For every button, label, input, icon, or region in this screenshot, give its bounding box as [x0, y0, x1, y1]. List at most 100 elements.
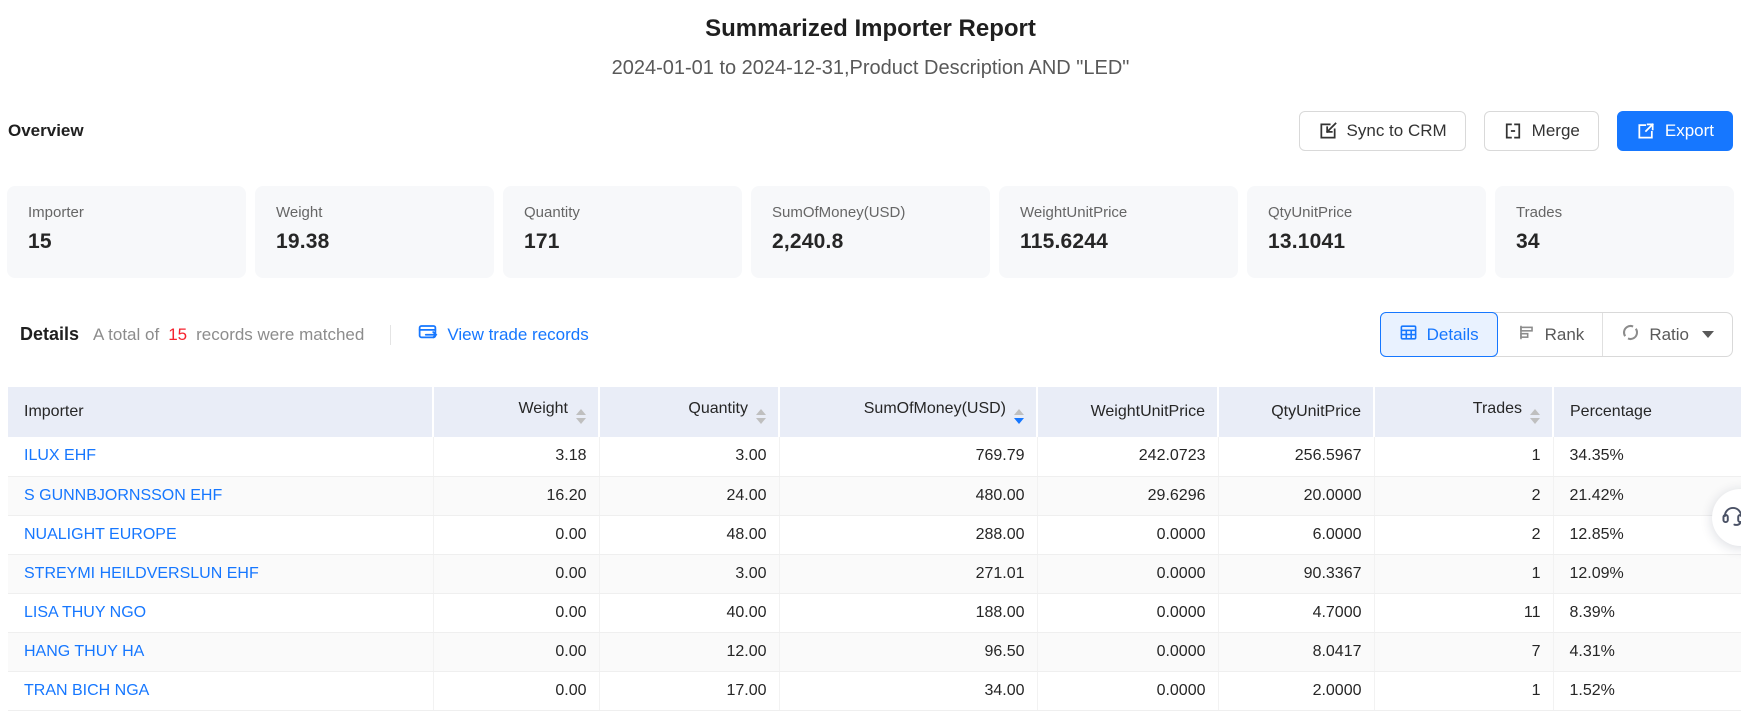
sort-icon[interactable] [756, 409, 766, 424]
view-trade-records-label: View trade records [447, 325, 588, 345]
stat-card-trades: Trades 34 [1495, 186, 1734, 278]
cell-quantity: 40.00 [599, 593, 779, 632]
cell-percentage: 12.09% [1553, 554, 1741, 593]
cell-weight: 3.18 [433, 437, 599, 476]
page-subtitle: 2024-01-01 to 2024-12-31,Product Descrip… [0, 57, 1741, 80]
col-header-sumofmoney[interactable]: SumOfMoney(USD) [779, 387, 1037, 437]
stat-label: Weight [276, 204, 473, 221]
col-header-percentage: Percentage [1553, 387, 1741, 437]
cell-weight: 16.20 [433, 476, 599, 515]
importer-link[interactable]: ILUX EHF [24, 447, 96, 464]
merge-label: Merge [1532, 121, 1580, 141]
cell-weightunitprice: 242.0723 [1037, 437, 1218, 476]
cell-sumofmoney: 271.01 [779, 554, 1037, 593]
cell-trades: 11 [1374, 593, 1553, 632]
page-title: Summarized Importer Report [0, 0, 1741, 43]
cell-qtyunitprice: 256.5967 [1218, 437, 1374, 476]
table-row: STREYMI HEILDVERSLUN EHF 0.00 3.00 271.0… [8, 554, 1741, 593]
importer-link[interactable]: TRAN BICH NGA [24, 682, 149, 699]
cell-trades: 1 [1374, 437, 1553, 476]
cell-qtyunitprice: 8.0417 [1218, 632, 1374, 671]
tab-ratio[interactable]: Ratio [1602, 313, 1732, 356]
cell-sumofmoney: 769.79 [779, 437, 1037, 476]
col-header-quantity[interactable]: Quantity [599, 387, 779, 437]
merge-icon [1503, 121, 1523, 141]
stat-card-importer: Importer 15 [7, 186, 246, 278]
table-row: ILUX EHF 3.18 3.00 769.79 242.0723 256.5… [8, 437, 1741, 476]
stat-label: Trades [1516, 204, 1713, 221]
cell-qtyunitprice: 20.0000 [1218, 476, 1374, 515]
cell-trades: 2 [1374, 515, 1553, 554]
stat-card-qtyunitprice: QtyUnitPrice 13.1041 [1247, 186, 1486, 278]
importer-link[interactable]: STREYMI HEILDVERSLUN EHF [24, 565, 259, 582]
tab-details-label: Details [1427, 325, 1479, 345]
tab-rank-label: Rank [1545, 325, 1585, 345]
sync-to-crm-label: Sync to CRM [1347, 121, 1447, 141]
details-heading: Details [20, 324, 79, 345]
cell-trades: 7 [1374, 632, 1553, 671]
export-button[interactable]: Export [1617, 111, 1733, 151]
stat-label: QtyUnitPrice [1268, 204, 1465, 221]
cell-percentage: 34.35% [1553, 437, 1741, 476]
view-switcher: Details Rank Ratio [1380, 312, 1733, 357]
sort-icon[interactable] [1530, 409, 1540, 424]
stat-card-weightunitprice: WeightUnitPrice 115.6244 [999, 186, 1238, 278]
cell-weight: 0.00 [433, 554, 599, 593]
table-row: LISA THUY NGO 0.00 40.00 188.00 0.0000 4… [8, 593, 1741, 632]
importer-link[interactable]: LISA THUY NGO [24, 604, 146, 621]
cell-trades: 2 [1374, 476, 1553, 515]
stat-value: 19.38 [276, 230, 473, 254]
trade-records-icon [417, 322, 438, 348]
stat-value: 2,240.8 [772, 230, 969, 254]
col-header-trades[interactable]: Trades [1374, 387, 1553, 437]
cell-sumofmoney: 96.50 [779, 632, 1037, 671]
cell-quantity: 24.00 [599, 476, 779, 515]
match-prefix: A total of [93, 325, 159, 345]
col-header-weightunitprice: WeightUnitPrice [1037, 387, 1218, 437]
col-header-weight[interactable]: Weight [433, 387, 599, 437]
tab-rank[interactable]: Rank [1498, 313, 1603, 356]
sort-icon[interactable] [576, 409, 586, 424]
tab-details[interactable]: Details [1380, 312, 1498, 357]
stat-value: 115.6244 [1020, 230, 1217, 254]
cell-sumofmoney: 480.00 [779, 476, 1037, 515]
cell-percentage: 8.39% [1553, 593, 1741, 632]
stat-card-sumofmoney: SumOfMoney(USD) 2,240.8 [751, 186, 990, 278]
overview-heading: Overview [8, 121, 84, 141]
headset-icon [1720, 502, 1741, 533]
export-icon [1636, 121, 1656, 141]
cell-qtyunitprice: 4.7000 [1218, 593, 1374, 632]
cell-qtyunitprice: 90.3367 [1218, 554, 1374, 593]
importer-link[interactable]: HANG THUY HA [24, 643, 144, 660]
cell-weight: 0.00 [433, 593, 599, 632]
cell-percentage: 1.52% [1553, 671, 1741, 710]
merge-button[interactable]: Merge [1484, 111, 1599, 151]
stat-label: WeightUnitPrice [1020, 204, 1217, 221]
action-buttons: Sync to CRM Merge Export [1299, 111, 1733, 151]
stat-value: 34 [1516, 230, 1713, 254]
cell-trades: 1 [1374, 671, 1553, 710]
col-header-qtyunitprice: QtyUnitPrice [1218, 387, 1374, 437]
sync-icon [1318, 121, 1338, 141]
cell-sumofmoney: 188.00 [779, 593, 1037, 632]
table-row: S GUNNBJORNSSON EHF 16.20 24.00 480.00 2… [8, 476, 1741, 515]
table-grid-icon [1399, 323, 1418, 347]
cell-percentage: 4.31% [1553, 632, 1741, 671]
details-row: Details A total of 15 records were match… [8, 312, 1733, 357]
match-suffix: records were matched [196, 325, 364, 345]
overview-row: Overview Sync to CRM Merge [8, 111, 1733, 151]
ratio-icon [1621, 323, 1640, 347]
chevron-down-icon [1702, 331, 1714, 338]
importer-link[interactable]: NUALIGHT EUROPE [24, 526, 177, 543]
sort-icon-active-desc[interactable] [1014, 409, 1024, 424]
table-header-row: Importer Weight Quantity SumOfMoney(USD)… [8, 387, 1741, 437]
stat-value: 171 [524, 230, 721, 254]
table-row: TRAN BICH NGA 0.00 17.00 34.00 0.0000 2.… [8, 671, 1741, 710]
sync-to-crm-button[interactable]: Sync to CRM [1299, 111, 1466, 151]
table-row: HANG THUY HA 0.00 12.00 96.50 0.0000 8.0… [8, 632, 1741, 671]
view-trade-records-link[interactable]: View trade records [417, 322, 588, 348]
cell-weightunitprice: 29.6296 [1037, 476, 1218, 515]
cell-trades: 1 [1374, 554, 1553, 593]
cell-weightunitprice: 0.0000 [1037, 593, 1218, 632]
importer-link[interactable]: S GUNNBJORNSSON EHF [24, 487, 222, 504]
